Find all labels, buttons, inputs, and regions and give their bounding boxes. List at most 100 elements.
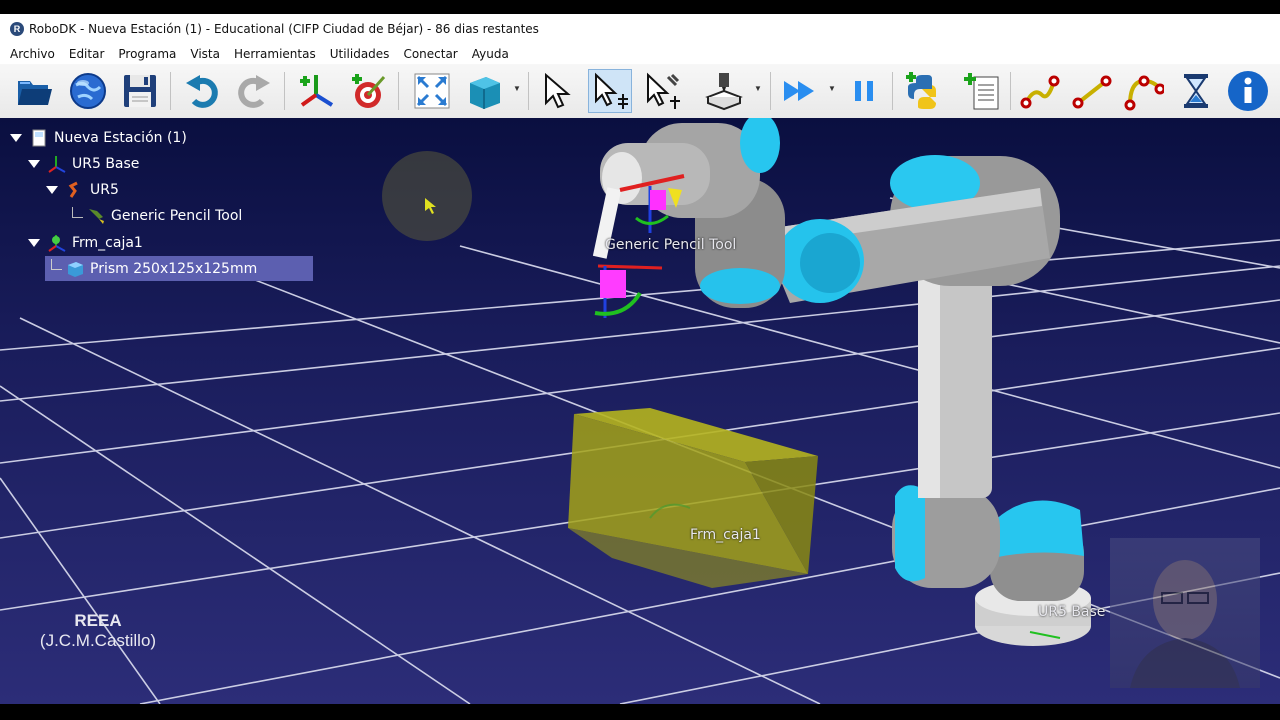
view-iso-button[interactable] bbox=[462, 69, 506, 113]
pause-simulation-icon bbox=[855, 81, 873, 101]
expand-arrow-icon[interactable] bbox=[46, 186, 58, 194]
watermark-line2: (J.C.M.Castillo) bbox=[39, 631, 157, 650]
fit-all-icon bbox=[414, 73, 450, 109]
toolbar-separator bbox=[284, 72, 285, 110]
tree-label-robot: UR5 bbox=[90, 182, 119, 198]
tree-item-tool[interactable]: Generic Pencil Tool bbox=[72, 204, 242, 228]
fast-simulation-button[interactable] bbox=[778, 69, 822, 113]
move-tool-button[interactable] bbox=[640, 69, 684, 113]
title-bar: R RoboDK - Nueva Estación (1) - Educatio… bbox=[0, 14, 1280, 44]
menu-vista[interactable]: Vista bbox=[190, 47, 220, 61]
chevron-down-icon[interactable]: ▼ bbox=[513, 84, 521, 93]
tree-item-object[interactable]: Prism 250x125x125mm bbox=[45, 256, 313, 281]
move-circular-instruction-icon bbox=[1124, 75, 1164, 111]
open-library-globe-icon bbox=[70, 73, 106, 109]
chevron-down-icon[interactable]: ▼ bbox=[828, 84, 836, 93]
redo-icon bbox=[238, 75, 270, 108]
menu-herramientas[interactable]: Herramientas bbox=[234, 47, 316, 61]
tree-label-frame: Frm_caja1 bbox=[72, 235, 143, 251]
save-button[interactable] bbox=[118, 69, 162, 113]
add-python-program-button[interactable] bbox=[902, 69, 946, 113]
menu-editar[interactable]: Editar bbox=[69, 47, 105, 61]
add-reference-frame-icon bbox=[300, 75, 334, 107]
hourglass-icon bbox=[1184, 74, 1208, 108]
move-linear-instruction-button[interactable] bbox=[1070, 69, 1114, 113]
move-joint-instruction-icon bbox=[1020, 75, 1060, 109]
tree-item-station[interactable]: Nueva Estación (1) bbox=[10, 126, 187, 150]
menu-archivo[interactable]: Archivo bbox=[10, 47, 55, 61]
add-target-icon bbox=[352, 74, 386, 108]
move-joint-instruction-button[interactable] bbox=[1018, 69, 1062, 113]
station-icon bbox=[30, 129, 48, 147]
watermark-line1: REEA bbox=[74, 611, 122, 630]
reference-frame-icon bbox=[48, 234, 66, 252]
info-icon bbox=[1228, 71, 1268, 111]
webcam-overlay bbox=[1110, 538, 1260, 688]
undo-button[interactable] bbox=[180, 69, 224, 113]
add-target-button[interactable] bbox=[346, 69, 390, 113]
save-icon bbox=[124, 75, 156, 107]
tree-label-station: Nueva Estación (1) bbox=[54, 130, 187, 146]
open-library-button[interactable] bbox=[66, 69, 110, 113]
window-title: RoboDK - Nueva Estación (1) - Educationa… bbox=[29, 22, 539, 36]
menu-programa[interactable]: Programa bbox=[118, 47, 176, 61]
watermark: REEA (J.C.M.Castillo) bbox=[28, 611, 168, 651]
tree-connector bbox=[51, 259, 62, 270]
tree-item-robot[interactable]: UR5 bbox=[46, 178, 119, 202]
teach-target-icon bbox=[705, 73, 743, 111]
select-button[interactable] bbox=[536, 69, 580, 113]
toolbar-separator bbox=[892, 72, 893, 110]
add-python-program-icon bbox=[906, 72, 936, 109]
tree-label-tool: Generic Pencil Tool bbox=[111, 208, 243, 224]
pause-simulation-button[interactable] bbox=[842, 69, 886, 113]
robodk-logo-icon: R bbox=[10, 22, 24, 36]
menu-bar: Archivo Editar Programa Vista Herramient… bbox=[0, 44, 1280, 64]
move-tool-icon bbox=[647, 72, 680, 109]
top-black-bar bbox=[0, 0, 1280, 14]
add-program-button[interactable] bbox=[960, 69, 1004, 113]
robot-icon bbox=[66, 181, 84, 199]
presenter-image bbox=[1130, 560, 1240, 688]
expand-arrow-icon[interactable] bbox=[28, 160, 40, 168]
expand-arrow-icon[interactable] bbox=[28, 239, 40, 247]
move-reference-icon bbox=[595, 72, 628, 109]
tree-label-object: Prism 250x125x125mm bbox=[90, 260, 258, 277]
open-folder-icon bbox=[18, 81, 52, 105]
toolbar-separator bbox=[398, 72, 399, 110]
tree-connector bbox=[72, 206, 83, 218]
select-icon bbox=[545, 72, 571, 109]
undo-icon bbox=[186, 75, 218, 108]
move-circular-instruction-button[interactable] bbox=[1122, 69, 1166, 113]
move-reference-button[interactable] bbox=[588, 69, 632, 113]
tool-icon bbox=[87, 207, 105, 225]
open-folder-button[interactable] bbox=[12, 69, 56, 113]
pause-instruction-button[interactable] bbox=[1174, 69, 1218, 113]
menu-conectar[interactable]: Conectar bbox=[403, 47, 457, 61]
toolbar-separator bbox=[770, 72, 771, 110]
menu-utilidades[interactable]: Utilidades bbox=[330, 47, 390, 61]
redo-button[interactable] bbox=[232, 69, 276, 113]
fit-all-button[interactable] bbox=[410, 69, 454, 113]
frame-label: Frm_caja1 bbox=[690, 527, 761, 543]
tree-item-base[interactable]: UR5 Base bbox=[28, 152, 139, 176]
move-linear-instruction-icon bbox=[1072, 75, 1112, 109]
add-program-icon bbox=[964, 73, 999, 110]
main-toolbar: ▼ ▼ ▼ bbox=[0, 64, 1280, 119]
view-iso-cube-icon bbox=[470, 77, 500, 109]
menu-ayuda[interactable]: Ayuda bbox=[472, 47, 509, 61]
bottom-black-bar bbox=[0, 704, 1280, 720]
toolbar-separator bbox=[528, 72, 529, 110]
tree-item-frame[interactable]: Frm_caja1 bbox=[28, 231, 143, 255]
object-cube-icon bbox=[66, 260, 84, 278]
toolbar-separator bbox=[170, 72, 171, 110]
info-button[interactable] bbox=[1226, 69, 1270, 113]
3d-viewport[interactable]: Nueva Estación (1) UR5 Base UR5 Generic … bbox=[0, 118, 1280, 704]
add-reference-frame-button[interactable] bbox=[294, 69, 338, 113]
tree-label-base: UR5 Base bbox=[72, 156, 140, 172]
chevron-down-icon[interactable]: ▼ bbox=[754, 84, 762, 93]
base-label: UR5 Base bbox=[1038, 604, 1106, 620]
teach-target-button[interactable] bbox=[702, 69, 746, 113]
expand-arrow-icon[interactable] bbox=[10, 134, 22, 142]
tool-label: Generic Pencil Tool bbox=[605, 237, 737, 253]
fast-simulation-icon bbox=[784, 81, 814, 101]
